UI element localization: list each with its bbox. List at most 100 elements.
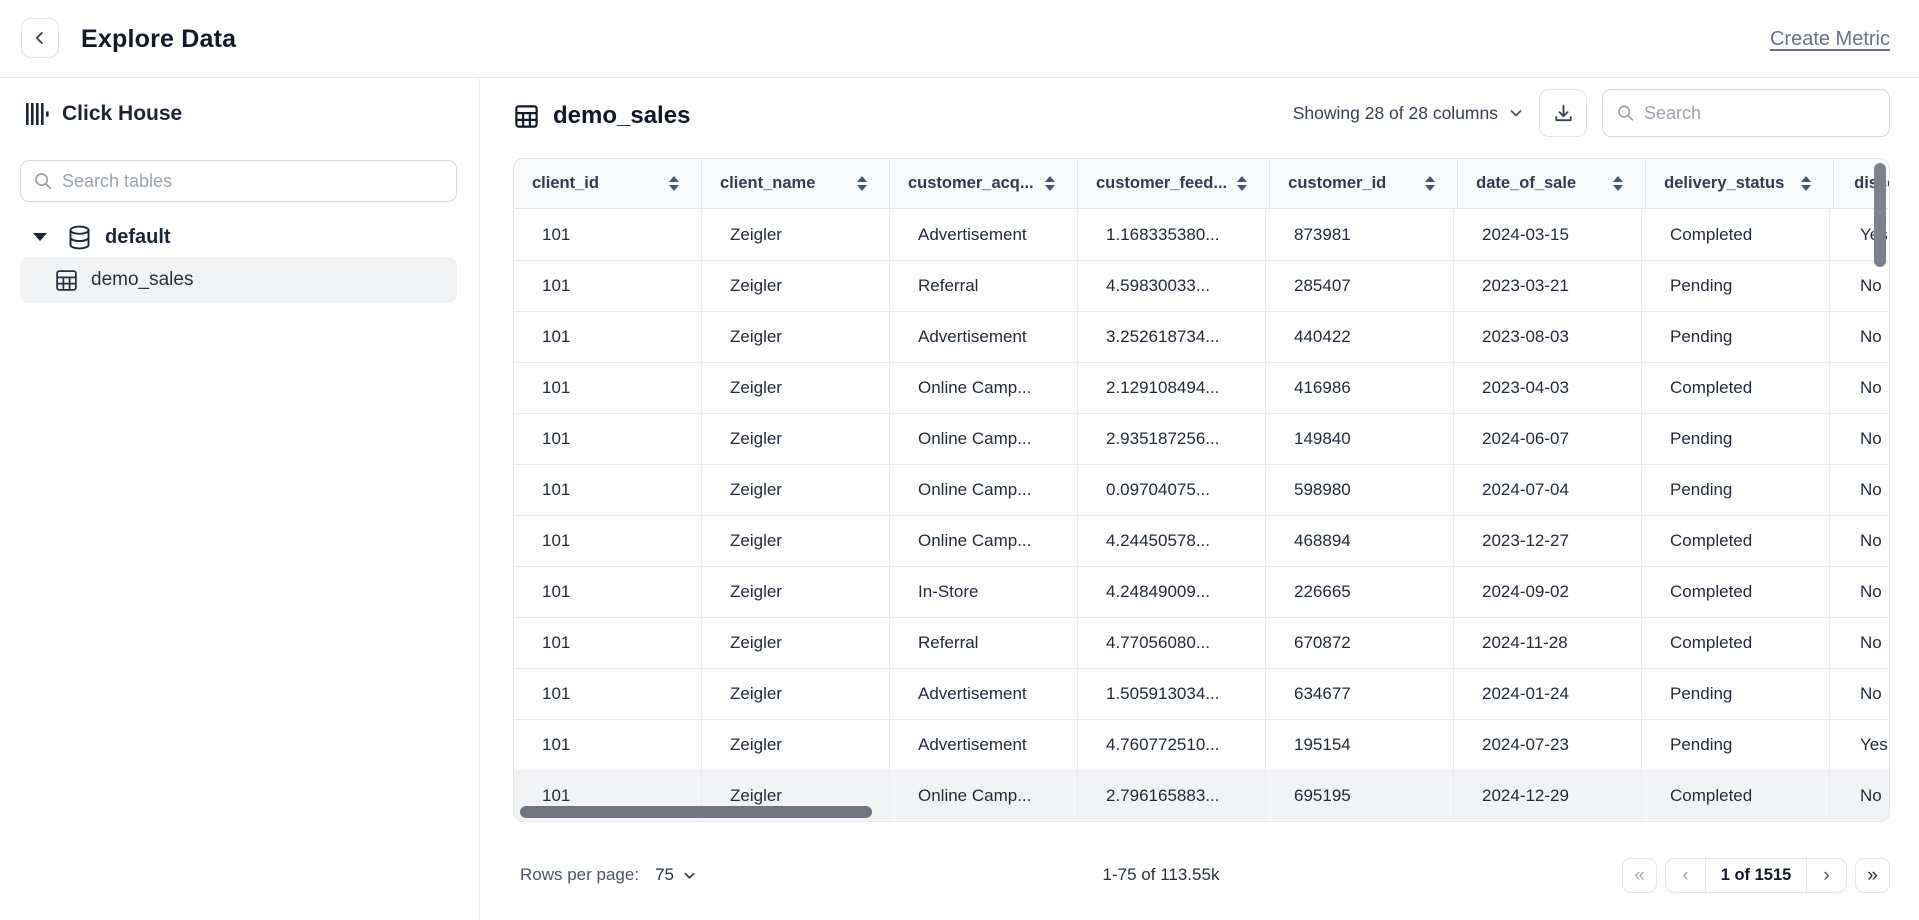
table-cell: 101 — [514, 312, 702, 362]
rows-per-page-select[interactable]: 75 — [655, 865, 697, 885]
vertical-scrollbar-thumb[interactable] — [1874, 163, 1886, 267]
table-cell: 0.09704075... — [1078, 465, 1266, 515]
chevron-left-icon — [29, 27, 51, 49]
table-row[interactable]: 101ZeiglerReferral4.59830033...285407202… — [514, 260, 1889, 311]
table-cell: No — [1830, 618, 1890, 668]
column-label: client_name — [720, 174, 815, 193]
back-button[interactable] — [21, 18, 59, 58]
table-row[interactable]: 101ZeiglerAdvertisement4.760772510...195… — [514, 719, 1889, 770]
sort-icon[interactable] — [1045, 176, 1055, 191]
table-cell: 598980 — [1266, 465, 1454, 515]
table-cell: 101 — [514, 465, 702, 515]
sort-icon[interactable] — [1237, 176, 1247, 191]
first-page-button[interactable]: « — [1622, 858, 1657, 893]
table-cell: 2.796165883... — [1078, 771, 1266, 821]
columns-visibility-dropdown[interactable]: Showing 28 of 28 columns — [1293, 103, 1524, 124]
sort-desc-icon — [1801, 185, 1811, 191]
table-cell: Completed — [1642, 771, 1830, 821]
table-cell: No — [1830, 261, 1890, 311]
sort-asc-icon — [1801, 176, 1811, 182]
table-cell: 4.24450578... — [1078, 516, 1266, 566]
sidebar: Click House default — [0, 79, 480, 920]
sort-desc-icon — [1613, 185, 1623, 191]
sort-icon[interactable] — [1425, 176, 1435, 191]
column-header-client-name[interactable]: client_name — [702, 159, 890, 208]
table-cell: Completed — [1642, 516, 1830, 566]
column-header-customer-acq[interactable]: customer_acq... — [890, 159, 1078, 208]
table-cell: 1.505913034... — [1078, 669, 1266, 719]
column-header-customer-feed[interactable]: customer_feed... — [1078, 159, 1270, 208]
page-stepper: ‹ 1 of 1515 › — [1665, 858, 1847, 893]
table-cell: Zeigler — [702, 312, 890, 362]
sort-asc-icon — [1045, 176, 1055, 182]
table-row[interactable]: 101ZeiglerOnline Camp...0.09704075...598… — [514, 464, 1889, 515]
column-header-client-id[interactable]: client_id — [514, 159, 702, 208]
sort-asc-icon — [857, 176, 867, 182]
next-page-button[interactable]: › — [1806, 859, 1846, 892]
table-cell: 2024-06-07 — [1454, 414, 1642, 464]
datasource-header: Click House — [25, 102, 182, 126]
table-cell: 2024-01-24 — [1454, 669, 1642, 719]
table-cell: No — [1830, 465, 1890, 515]
table-cell: 285407 — [1266, 261, 1454, 311]
table-cell: No — [1830, 516, 1890, 566]
create-metric-link[interactable]: Create Metric — [1770, 0, 1890, 78]
chevron-down-icon — [682, 868, 697, 883]
table-cell: Advertisement — [890, 669, 1078, 719]
table-cell: 2023-12-27 — [1454, 516, 1642, 566]
table-cell: Advertisement — [890, 312, 1078, 362]
table-cell: Zeigler — [702, 363, 890, 413]
table-cell: Completed — [1642, 618, 1830, 668]
table-cell: Yes — [1830, 720, 1890, 770]
table-row[interactable]: 101ZeiglerAdvertisement1.505913034...634… — [514, 668, 1889, 719]
table-row[interactable]: 101ZeiglerOnline Camp...2.129108494...41… — [514, 362, 1889, 413]
table-cell: 2023-04-03 — [1454, 363, 1642, 413]
table-cell: Online Camp... — [890, 516, 1078, 566]
column-header-customer-id[interactable]: customer_id — [1270, 159, 1458, 208]
table-cell: 2024-03-15 — [1454, 209, 1642, 260]
table-icon — [513, 103, 540, 130]
table-cell: Zeigler — [702, 669, 890, 719]
table-search-input[interactable] — [1644, 103, 1876, 124]
sort-icon[interactable] — [1801, 176, 1811, 191]
last-page-button[interactable]: » — [1855, 858, 1890, 893]
sort-icon[interactable] — [1613, 176, 1623, 191]
table-row[interactable]: 101ZeiglerOnline Camp...4.24450578...468… — [514, 515, 1889, 566]
column-header-date-of-sale[interactable]: date_of_sale — [1458, 159, 1646, 208]
clickhouse-logo-icon — [25, 102, 49, 126]
table-row[interactable]: 101ZeiglerReferral4.77056080...670872202… — [514, 617, 1889, 668]
table-cell: Pending — [1642, 720, 1830, 770]
table-row[interactable]: 101ZeiglerIn-Store4.24849009...226665202… — [514, 566, 1889, 617]
table-cell: Zeigler — [702, 618, 890, 668]
table-cell: Pending — [1642, 414, 1830, 464]
table-cell: 2.935187256... — [1078, 414, 1266, 464]
table-cell: 873981 — [1266, 209, 1454, 260]
table-header-row: client_idclient_namecustomer_acq...custo… — [514, 159, 1889, 209]
table-row[interactable]: 101ZeiglerAdvertisement3.252618734...440… — [514, 311, 1889, 362]
sidebar-search-box — [20, 160, 457, 202]
page-title: Explore Data — [81, 0, 236, 78]
sidebar-item-table-demo-sales[interactable]: demo_sales — [20, 257, 457, 303]
table-cell: Online Camp... — [890, 771, 1078, 821]
sort-icon[interactable] — [857, 176, 867, 191]
sort-icon[interactable] — [669, 176, 679, 191]
table-row[interactable]: 101ZeiglerOnline Camp...2.935187256...14… — [514, 413, 1889, 464]
column-header-delivery-status[interactable]: delivery_status — [1646, 159, 1834, 208]
chevron-down-icon — [1508, 105, 1524, 121]
download-button[interactable] — [1539, 89, 1587, 137]
sidebar-item-database-default[interactable]: default — [0, 219, 480, 255]
data-table: client_idclient_namecustomer_acq...custo… — [513, 158, 1890, 822]
column-label: client_id — [532, 174, 599, 193]
table-body: 101ZeiglerAdvertisement1.168335380...873… — [514, 209, 1889, 821]
table-cell: Online Camp... — [890, 414, 1078, 464]
horizontal-scrollbar-thumb[interactable] — [520, 806, 872, 818]
table-row[interactable]: 101ZeiglerAdvertisement1.168335380...873… — [514, 209, 1889, 260]
app-root: Explore Data Create Metric Click House — [0, 0, 1919, 920]
table-cell: 101 — [514, 261, 702, 311]
table-cell: 101 — [514, 720, 702, 770]
prev-page-button[interactable]: ‹ — [1666, 859, 1706, 892]
table-cell: Zeigler — [702, 516, 890, 566]
table-title: demo_sales — [553, 102, 690, 130]
search-tables-input[interactable] — [62, 171, 444, 192]
caret-down-icon[interactable] — [33, 233, 47, 241]
